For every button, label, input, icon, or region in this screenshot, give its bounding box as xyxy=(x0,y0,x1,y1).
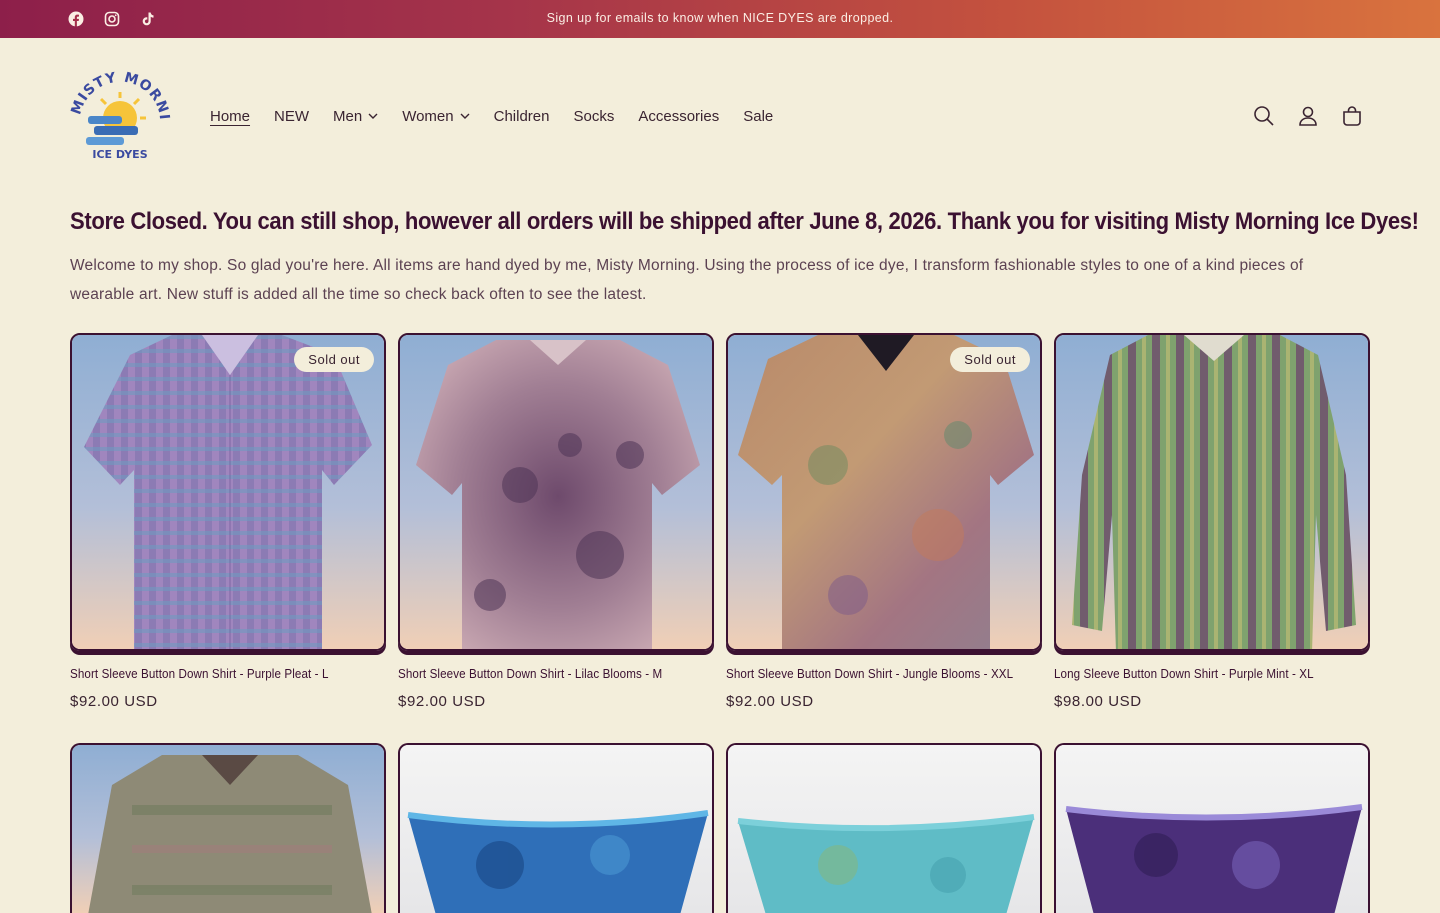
site-header: MISTY MORNING ICE DYES Home NEW Men Wome… xyxy=(0,38,1440,194)
announcement-bar: Sign up for emails to know when NICE DYE… xyxy=(0,0,1440,38)
svg-text:ICE DYES: ICE DYES xyxy=(92,148,147,161)
search-icon[interactable] xyxy=(1252,104,1276,128)
announcement-text[interactable]: Sign up for emails to know when NICE DYE… xyxy=(0,11,1440,25)
nav-label: Children xyxy=(493,107,550,125)
nav-label: Sale xyxy=(743,107,774,125)
nav-item-men[interactable]: Men xyxy=(321,106,390,126)
store-closed-notice: Store Closed. You can still shop, howeve… xyxy=(70,208,1419,235)
product-image[interactable] xyxy=(1054,333,1370,651)
nav-item-accessories[interactable]: Accessories xyxy=(626,106,731,126)
product-title[interactable]: Short Sleeve Button Down Shirt - Jungle … xyxy=(726,667,1020,681)
product-card[interactable] xyxy=(1054,743,1370,913)
product-price: $98.00 USD xyxy=(1054,693,1142,710)
product-title[interactable]: Long Sleeve Button Down Shirt - Purple M… xyxy=(1054,667,1348,681)
sold-out-badge: Sold out xyxy=(294,347,374,372)
product-image[interactable] xyxy=(398,743,714,913)
chevron-down-icon xyxy=(368,113,378,119)
main-nav: Home NEW Men Women Children Socks Access… xyxy=(198,106,785,126)
nav-item-socks[interactable]: Socks xyxy=(562,106,627,126)
product-image[interactable]: Sold out xyxy=(70,333,386,651)
nav-item-sale[interactable]: Sale xyxy=(731,106,785,126)
product-price: $92.00 USD xyxy=(726,693,814,710)
product-price: $92.00 USD xyxy=(398,693,486,710)
product-image[interactable]: Sold out xyxy=(726,333,1042,651)
product-image[interactable] xyxy=(726,743,1042,913)
nav-item-women[interactable]: Women xyxy=(390,106,481,126)
chevron-down-icon xyxy=(460,113,470,119)
product-card[interactable]: Short Sleeve Button Down Shirt - Lilac B… xyxy=(398,333,714,710)
product-card[interactable] xyxy=(70,743,386,913)
nav-item-home[interactable]: Home xyxy=(198,106,262,126)
account-icon[interactable] xyxy=(1296,104,1320,128)
nav-label: Accessories xyxy=(638,107,720,125)
product-card[interactable]: Sold out Short Sleeve Button Down Shirt … xyxy=(70,333,386,710)
product-image[interactable] xyxy=(1054,743,1370,913)
nav-item-new[interactable]: NEW xyxy=(262,106,321,126)
product-title[interactable]: Short Sleeve Button Down Shirt - Purple … xyxy=(70,667,364,681)
product-image[interactable] xyxy=(70,743,386,913)
product-price: $92.00 USD xyxy=(70,693,158,710)
nav-label: NEW xyxy=(274,107,310,125)
nav-label: Home xyxy=(210,107,251,125)
sold-out-badge: Sold out xyxy=(950,347,1030,372)
product-card[interactable]: Long Sleeve Button Down Shirt - Purple M… xyxy=(1054,333,1370,710)
nav-label: Men xyxy=(333,107,363,125)
product-card[interactable]: Sold out Short Sleeve Button Down Shirt … xyxy=(726,333,1042,710)
product-card[interactable] xyxy=(398,743,714,913)
product-card[interactable] xyxy=(726,743,1042,913)
nav-label: Women xyxy=(402,107,454,125)
cart-icon[interactable] xyxy=(1340,104,1364,128)
intro-text: Welcome to my shop. So glad you're here.… xyxy=(70,257,1304,303)
product-image[interactable] xyxy=(398,333,714,651)
nav-item-children[interactable]: Children xyxy=(482,106,562,126)
store-logo[interactable]: MISTY MORNING ICE DYES xyxy=(62,56,172,164)
product-title[interactable]: Short Sleeve Button Down Shirt - Lilac B… xyxy=(398,667,692,681)
nav-label: Socks xyxy=(573,107,615,125)
